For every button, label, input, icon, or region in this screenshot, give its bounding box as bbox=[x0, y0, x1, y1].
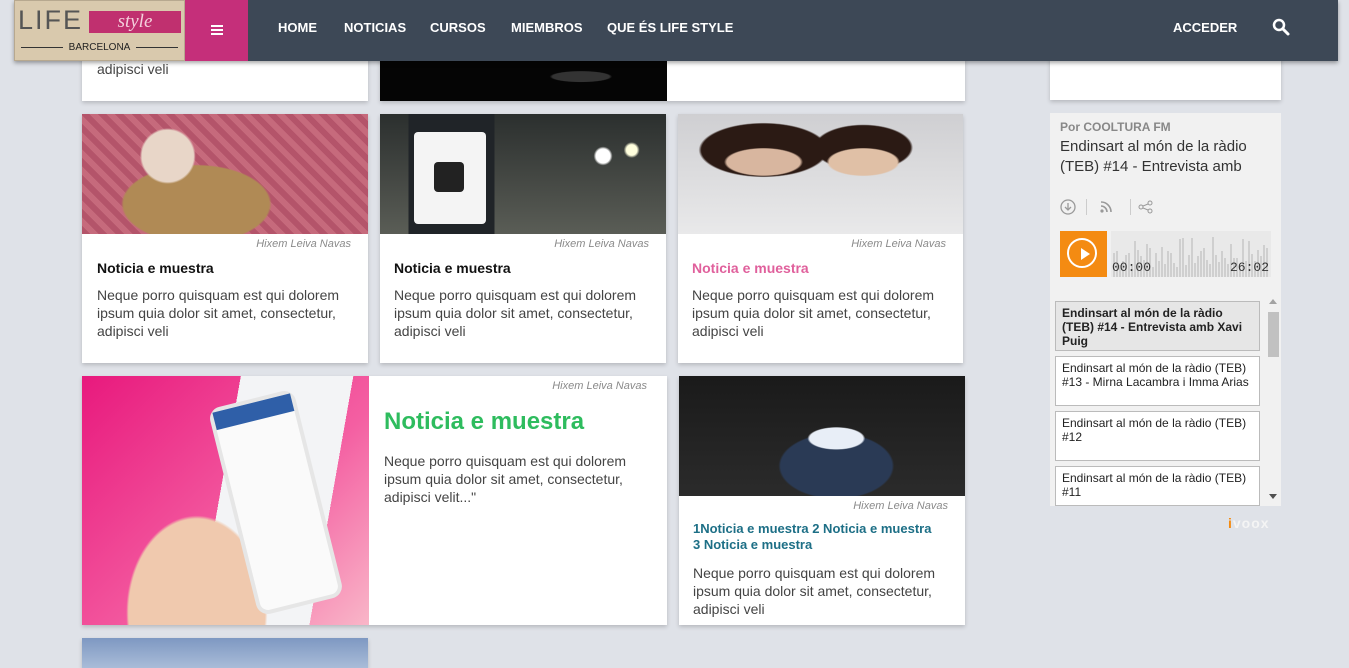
waveform-bar bbox=[1170, 253, 1172, 277]
article-card[interactable]: Hixem Leiva Navas 1Noticia e muestra 2 N… bbox=[679, 376, 965, 625]
article-excerpt: Neque porro quisquam est qui dolorem ips… bbox=[384, 453, 627, 505]
article-title[interactable]: Noticia e muestra bbox=[394, 260, 511, 276]
episode-item[interactable]: Endinsart al món de la ràdio (TEB) #13 -… bbox=[1055, 356, 1260, 406]
waveform-bar bbox=[1161, 247, 1163, 277]
uber-logo-icon bbox=[434, 162, 464, 192]
article-author: Hixem Leiva Navas bbox=[554, 238, 649, 250]
waveform-bar bbox=[1188, 255, 1190, 277]
episode-list[interactable]: Endinsart al món de la ràdio (TEB) #14 -… bbox=[1050, 297, 1281, 506]
scroll-thumb[interactable] bbox=[1268, 312, 1279, 357]
login-link[interactable]: ACCEDER bbox=[1173, 20, 1237, 35]
share-icon[interactable] bbox=[1138, 200, 1153, 217]
article-card[interactable]: Hixem Leiva Navas Noticia e muestra Nequ… bbox=[678, 114, 963, 363]
waveform-bar bbox=[1182, 238, 1184, 277]
article-excerpt: Neque porro quisquam est qui dolorem ips… bbox=[394, 287, 637, 339]
waveform-bar bbox=[1191, 238, 1193, 277]
waveform-bar bbox=[1179, 239, 1181, 277]
waveform-bar bbox=[1176, 267, 1178, 277]
hamburger-menu-button[interactable] bbox=[185, 0, 248, 61]
episode-item[interactable]: Endinsart al món de la ràdio (TEB) #14 -… bbox=[1055, 301, 1260, 351]
nav-home[interactable]: HOME bbox=[278, 20, 317, 35]
waveform-bar bbox=[1173, 263, 1175, 277]
article-excerpt: adipisci veli bbox=[97, 61, 169, 77]
article-author: Hixem Leiva Navas bbox=[552, 380, 647, 392]
article-image bbox=[678, 114, 963, 234]
featured-article-card[interactable]: Hixem Leiva Navas Noticia e muestra Nequ… bbox=[82, 376, 667, 625]
article-title[interactable]: 1Noticia e muestra 2 Noticia e muestra 3… bbox=[693, 521, 933, 553]
waveform-bar bbox=[1152, 267, 1154, 277]
download-icon[interactable] bbox=[1060, 199, 1076, 218]
divider bbox=[1130, 199, 1131, 215]
waveform-bar bbox=[1155, 253, 1157, 277]
article-card[interactable]: Hixem Leiva Navas Noticia e muestra Nequ… bbox=[82, 114, 368, 363]
waveform-bar bbox=[1221, 251, 1223, 277]
site-logo[interactable]: LIFE style BARCELONA bbox=[14, 0, 185, 61]
search-icon[interactable] bbox=[1272, 18, 1292, 38]
podcast-player-widget: Por COOLTURA FM Endinsart al món de la r… bbox=[1050, 113, 1281, 506]
article-title[interactable]: Noticia e muestra bbox=[692, 260, 809, 276]
uber-phone-screen bbox=[414, 132, 486, 224]
article-image bbox=[82, 376, 369, 625]
nav-cursos[interactable]: CURSOS bbox=[430, 20, 486, 35]
waveform-bar bbox=[1209, 264, 1211, 277]
podcast-author: Por COOLTURA FM bbox=[1060, 120, 1171, 134]
waveform-bar bbox=[1218, 262, 1220, 277]
list-scrollbar[interactable] bbox=[1266, 297, 1281, 506]
nav-miembros[interactable]: MIEMBROS bbox=[511, 20, 583, 35]
article-card[interactable]: Hixem Leiva Navas Noticia e muestra Nequ… bbox=[380, 114, 666, 363]
waveform-bar bbox=[1206, 260, 1208, 277]
waveform-bar bbox=[1158, 261, 1160, 277]
waveform-bar bbox=[1203, 248, 1205, 277]
waveform-bar bbox=[1215, 255, 1217, 277]
ivoox-logo-rest: voox bbox=[1232, 515, 1270, 531]
article-author: Hixem Leiva Navas bbox=[853, 500, 948, 512]
article-title[interactable]: Noticia e muestra bbox=[97, 260, 214, 276]
article-author: Hixem Leiva Navas bbox=[851, 238, 946, 250]
article-card[interactable] bbox=[82, 638, 368, 668]
episode-item[interactable]: Endinsart al món de la ràdio (TEB) #11 bbox=[1055, 466, 1260, 506]
article-image bbox=[82, 114, 368, 234]
article-author: Hixem Leiva Navas bbox=[256, 238, 351, 250]
logo-style-text: style bbox=[89, 11, 181, 33]
ivoox-logo[interactable]: ivoox bbox=[1228, 515, 1270, 531]
waveform-bar bbox=[1197, 256, 1199, 277]
article-title[interactable]: Noticia e muestra bbox=[384, 408, 584, 436]
waveform-bar bbox=[1167, 251, 1169, 277]
waveform-bar bbox=[1164, 264, 1166, 277]
waveform-bar bbox=[1194, 263, 1196, 277]
nav-noticias[interactable]: NOTICIAS bbox=[344, 20, 406, 35]
waveform-bar bbox=[1200, 251, 1202, 277]
phone-screen bbox=[207, 388, 345, 617]
article-excerpt: Neque porro quisquam est qui dolorem ips… bbox=[97, 287, 340, 339]
article-image bbox=[380, 114, 666, 234]
article-excerpt: Neque porro quisquam est qui dolorem ips… bbox=[693, 565, 936, 617]
waveform-bar bbox=[1185, 265, 1187, 277]
play-button[interactable] bbox=[1060, 231, 1107, 277]
play-icon bbox=[1067, 238, 1097, 268]
article-excerpt: Neque porro quisquam est qui dolorem ips… bbox=[692, 287, 935, 339]
rss-icon[interactable] bbox=[1099, 200, 1113, 217]
article-image bbox=[679, 376, 965, 496]
waveform-bar bbox=[1224, 258, 1226, 277]
nav-que-es-life-style[interactable]: QUE ÉS LIFE STYLE bbox=[607, 20, 733, 35]
divider bbox=[1086, 199, 1087, 215]
logo-life-text: LIFE bbox=[18, 5, 84, 35]
waveform-bar bbox=[1227, 264, 1229, 277]
scroll-up-arrow-icon[interactable] bbox=[1269, 299, 1277, 304]
waveform-bar bbox=[1212, 237, 1214, 277]
podcast-episode-title[interactable]: Endinsart al món de la ràdio (TEB) #14 -… bbox=[1060, 137, 1275, 177]
time-elapsed: 00:00 bbox=[1112, 260, 1152, 275]
time-total: 26:02 bbox=[1230, 260, 1270, 275]
logo-city-text: BARCELONA bbox=[68, 42, 131, 53]
episode-item[interactable]: Endinsart al món de la ràdio (TEB) #12 bbox=[1055, 411, 1260, 461]
scroll-down-arrow-icon[interactable] bbox=[1269, 494, 1277, 499]
article-image bbox=[82, 638, 368, 668]
